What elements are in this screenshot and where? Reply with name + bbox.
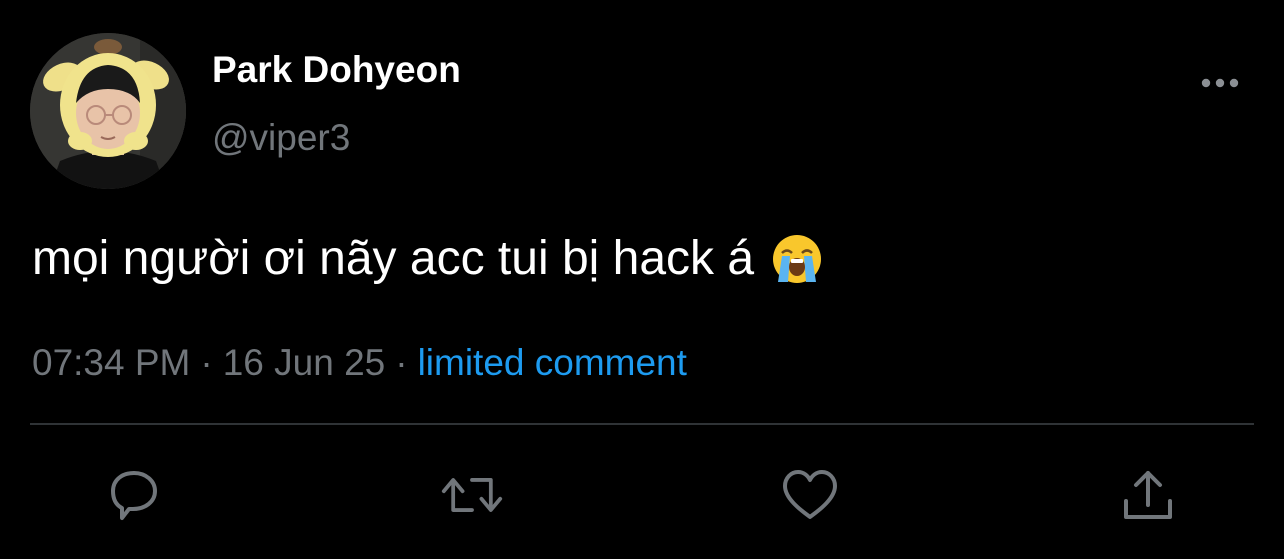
tweet-metadata: 07:34 PM · 16 Jun 25 · limited comment <box>32 340 687 386</box>
tweet-date[interactable]: 16 Jun 25 <box>223 342 386 383</box>
retweet-icon <box>441 478 503 512</box>
tweet-card: Park Dohyeon @viper3 mọi người ơi nãy ac… <box>0 0 1284 559</box>
reply-icon <box>111 471 157 520</box>
share-button[interactable] <box>1116 465 1180 525</box>
like-button[interactable] <box>778 465 842 525</box>
retweet-button[interactable] <box>440 465 504 525</box>
tweet-time[interactable]: 07:34 PM <box>32 342 190 383</box>
display-name[interactable]: Park Dohyeon <box>212 48 461 92</box>
user-handle[interactable]: @viper3 <box>212 116 350 160</box>
heart-icon <box>783 470 837 519</box>
meta-separator: · <box>200 342 213 383</box>
reply-button[interactable] <box>102 465 166 525</box>
reply-setting-link[interactable]: limited comment <box>418 342 687 383</box>
avatar[interactable] <box>30 33 186 189</box>
action-bar <box>0 465 1284 525</box>
avatar-photo <box>30 33 186 189</box>
meta-separator: · <box>395 342 408 383</box>
more-options-button[interactable] <box>1196 66 1244 100</box>
share-icon <box>1124 471 1172 519</box>
loudly-crying-face-emoji <box>773 235 822 283</box>
tweet-text: mọi người ơi nãy acc tui bị hack á <box>32 229 822 289</box>
tweet-text-content: mọi người ơi nãy acc tui bị hack á <box>32 232 755 285</box>
more-dots-icon <box>1201 78 1239 88</box>
divider <box>30 423 1254 425</box>
